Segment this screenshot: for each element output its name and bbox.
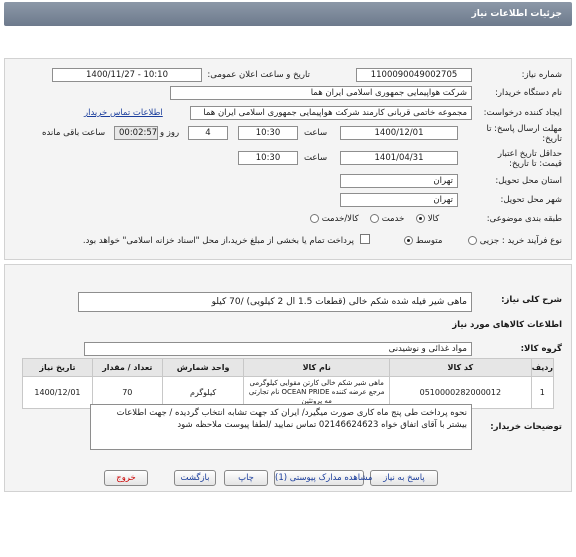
need-number-label: شماره نیاز: [521,70,562,80]
radio-medium[interactable] [404,236,413,245]
remaining-time-field: 00:02:57 [114,126,158,140]
category-option-service[interactable]: خدمت [370,214,404,224]
process-option-medium-label: متوسط [415,236,443,246]
category-option-goods[interactable]: کالا [416,214,439,224]
reply-to-need-button[interactable]: پاسخ به نیاز [370,470,438,486]
province-field: تهران [340,174,458,188]
radio-minor[interactable] [468,236,477,245]
buyer-contact-link-text[interactable]: اطلاعات تماس خریدار [84,108,163,118]
need-summary-field: ماهی شیر فیله شده شکم خالی (قطعات 1.5 ال… [78,292,472,312]
view-attachments-button[interactable]: مشاهده مدارک پیوستی (1) [274,470,372,486]
process-option-minor-label: جزیی [479,236,500,246]
cell-row-number: 1 [530,376,555,409]
category-label: طبقه بندی موضوعی: [486,214,562,224]
col-row-number: ردیف [530,358,555,377]
goods-table-header: تاریخ نیاز تعداد / مقدار واحد شمارش نام … [22,358,555,377]
goods-group-field: مواد غذائی و نوشیدنی [84,342,472,356]
buyer-field: شرکت هواپیمایی جمهوری اسلامی ایران هما [170,86,472,100]
city-field: تهران [340,193,458,207]
announce-date-label: تاریخ و ساعت اعلان عمومی: [207,70,310,80]
validity-date-field: 1401/04/31 [340,151,458,165]
validity-time-label: ساعت [304,153,328,163]
deadline-time-label: ساعت [304,128,328,138]
exit-button[interactable]: خروج [104,470,148,486]
remaining-days-field: 4 [188,126,228,140]
back-button[interactable]: بازگشت [174,470,216,486]
deadline-label: مهلت ارسال پاسخ: تا تاریخ: [486,124,562,144]
col-unit: واحد شمارش [161,358,245,377]
need-number-field: 1100090049002705 [356,68,472,82]
col-quantity: تعداد / مقدار [91,358,163,377]
process-option-medium[interactable]: متوسط [404,236,442,246]
process-option-minor[interactable]: جزیی [468,236,499,246]
radio-service[interactable] [370,214,379,223]
city-label: شهر محل تحویل: [500,195,562,205]
process-type-label: نوع فرآیند خرید : [501,236,562,246]
goods-table: تاریخ نیاز تعداد / مقدار واحد شمارش نام … [22,358,555,409]
col-item-code: کد کالا [388,358,532,377]
goods-info-title: اطلاعات کالاهای مورد نیاز [452,320,562,330]
validity-label: حداقل تاریخ اعتبار قیمت: تا تاریخ: [497,149,562,169]
deadline-time-field: 10:30 [238,126,298,140]
checkbox-box[interactable] [360,234,370,244]
col-need-date: تاریخ نیاز [22,358,93,377]
buyer-notes-label: توضیحات خریدار: [490,422,562,432]
buyer-notes-field: نحوه پرداخت طی پنج ماه کاری صورت میگیرد/… [90,404,472,450]
buyer-contact-link[interactable]: اطلاعات تماس خریدار [84,108,163,118]
category-option-both-label: کالا/خدمت [321,214,359,224]
print-button[interactable]: چاپ [224,470,268,486]
buyer-label: نام دستگاه خریدار: [495,88,562,98]
need-summary-label: شرح کلی نیاز: [501,295,562,305]
col-item-name: نام کالا [243,358,390,377]
payment-note: پرداخت تمام یا بخشی از مبلغ خرید،از محل … [82,236,354,246]
validity-time-field: 10:30 [238,151,298,165]
creator-field: مجموعه خاتمی قربانی کارمند شرکت هواپیمای… [190,106,472,120]
announce-date-field: 1400/11/27 - 10:10 [52,68,202,82]
cell-need-date: 1400/12/01 [22,376,93,409]
radio-goods-service[interactable] [310,214,319,223]
province-label: استان محل تحویل: [495,176,562,186]
page-title: جزئیات اطلاعات نیاز [4,2,572,26]
category-option-service-label: خدمت [381,214,405,224]
need-details-page: جزئیات اطلاعات نیاز شماره نیاز: 11000900… [4,2,572,552]
goods-group-label: گروه کالا: [520,344,562,354]
treasury-checkbox[interactable] [360,234,370,247]
remaining-time-label: ساعت باقی مانده [42,128,106,138]
radio-goods[interactable] [416,214,425,223]
creator-label: ایجاد کننده درخواست: [483,108,562,118]
deadline-date-field: 1400/12/01 [340,126,458,140]
days-label: روز و [160,128,180,138]
category-option-goods-label: کالا [427,214,440,224]
category-option-both[interactable]: کالا/خدمت [310,214,359,224]
